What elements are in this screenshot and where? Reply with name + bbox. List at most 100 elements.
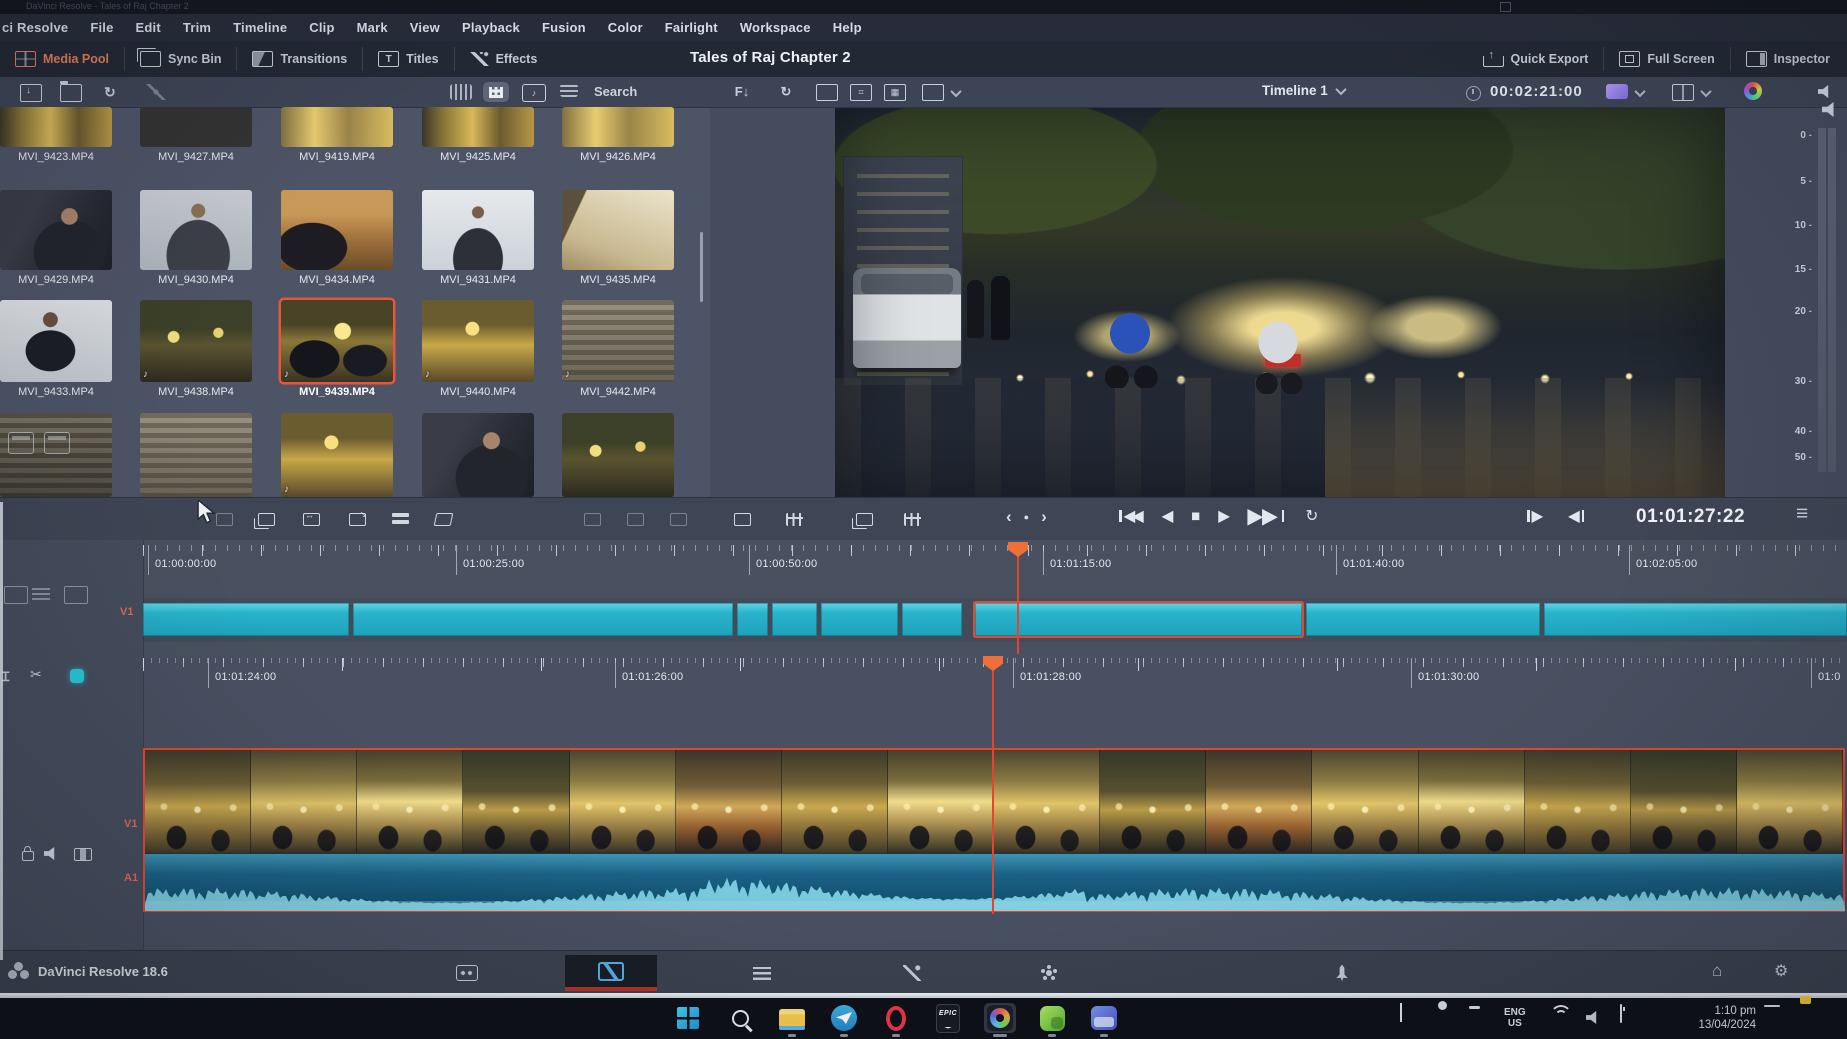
- page-tab-deliver[interactable]: [1325, 959, 1359, 987]
- clip-view-icon[interactable]: [734, 513, 751, 526]
- clip-mvi-9435[interactable]: ♪ MVI_9435.MP4: [562, 190, 674, 286]
- previous-edit-icon[interactable]: ‹: [1006, 507, 1012, 527]
- project-manager-icon[interactable]: ⌂: [1712, 961, 1722, 981]
- track-mute-icon[interactable]: [44, 847, 59, 860]
- playhead-line[interactable]: [992, 656, 994, 914]
- duration-timecode[interactable]: 00:02:21:00: [1490, 83, 1583, 100]
- menu-trim[interactable]: Trim: [172, 20, 222, 35]
- timeline-clip-segment[interactable]: [353, 603, 733, 636]
- timeline-clip-segment[interactable]: [1544, 603, 1847, 636]
- page-tab-media[interactable]: [450, 959, 484, 987]
- list-view-icon[interactable]: [560, 84, 578, 97]
- grid-chevron-icon[interactable]: [1700, 86, 1711, 97]
- timeline-selector[interactable]: Timeline 1: [1262, 83, 1345, 98]
- timeline-clip-segment[interactable]: [821, 603, 898, 636]
- page-tab-fairlight[interactable]: [1176, 959, 1210, 987]
- overwrite-clip-icon[interactable]: [303, 513, 320, 526]
- page-tab-edit[interactable]: [745, 959, 779, 987]
- track-solo-icon[interactable]: [74, 848, 92, 861]
- timeline-clip-segment[interactable]: [975, 603, 1302, 636]
- media-pool-scrollbar[interactable]: [700, 232, 703, 302]
- sort-order-icon[interactable]: F↓: [732, 84, 752, 99]
- playhead-timecode[interactable]: 01:01:27:22: [1636, 506, 1745, 528]
- menu-help[interactable]: Help: [822, 20, 873, 35]
- insert-clip-icon[interactable]: [258, 513, 275, 526]
- timeline-options-icon[interactable]: ≡: [1796, 502, 1808, 526]
- trim-mode-icon[interactable]: [584, 513, 601, 526]
- timeline-ruler[interactable]: 01:00:00:0001:00:25:0001:00:50:0001:01:1…: [143, 545, 1847, 590]
- menu-clip[interactable]: Clip: [298, 20, 345, 35]
- battery-icon[interactable]: [1620, 1005, 1622, 1023]
- goto-last-frame-button[interactable]: ▶▶: [1245, 506, 1288, 526]
- play-to-out-button[interactable]: ▶: [1524, 506, 1543, 526]
- dynamic-zoom-icon[interactable]: [627, 513, 644, 526]
- timeline-clip-segment[interactable]: [737, 603, 768, 636]
- match-frame-button[interactable]: ◀: [1565, 506, 1587, 526]
- language-indicator[interactable]: ENGUS: [1504, 1007, 1526, 1029]
- import-folder-icon[interactable]: [60, 84, 82, 102]
- menu-edit[interactable]: Edit: [125, 20, 172, 35]
- camera-source-icon[interactable]: [1606, 84, 1628, 99]
- file-explorer-icon[interactable]: [776, 1003, 808, 1033]
- trim-tool-icon[interactable]: Ɪ: [2, 667, 24, 683]
- clip-mvi-9425[interactable]: ♪ MVI_9425.MP4: [422, 107, 534, 163]
- smart-bin-icon[interactable]: [146, 84, 166, 100]
- volume-icon[interactable]: [1586, 1002, 1601, 1029]
- media-clip[interactable]: ♪: [562, 413, 674, 497]
- viewer-video[interactable]: [835, 108, 1725, 497]
- relink-icon[interactable]: ↻: [104, 84, 124, 100]
- clip-mvi-9419[interactable]: ♪ MVI_9419.MP4: [281, 107, 393, 163]
- mixer-icon[interactable]: [32, 587, 50, 600]
- play-button[interactable]: ▶: [1215, 506, 1230, 526]
- selected-timeline-clip[interactable]: [143, 748, 1845, 912]
- clip-mvi-9442[interactable]: ♪ MVI_9442.MP4: [562, 300, 674, 398]
- stills-icon[interactable]: [816, 84, 838, 101]
- tray-expand-icon[interactable]: [1400, 1005, 1402, 1023]
- search-label[interactable]: Search: [594, 84, 637, 99]
- metadata-view-icon[interactable]: ♪: [522, 84, 546, 102]
- tools-icon[interactable]: [904, 513, 921, 526]
- playhead-line[interactable]: [1017, 542, 1019, 654]
- transition-icon[interactable]: [670, 513, 687, 526]
- current-position-icon[interactable]: ●: [1024, 512, 1029, 522]
- clip-mvi-9427[interactable]: ♪ MVI_9427.MP4: [140, 107, 252, 163]
- start-button[interactable]: [672, 1003, 704, 1033]
- wallet-app-icon[interactable]: [1088, 1003, 1120, 1033]
- viewer-mode-icon[interactable]: [922, 84, 944, 101]
- audio-mixer-icon[interactable]: [786, 513, 803, 526]
- timeline-view-icon[interactable]: [856, 513, 873, 526]
- inspector-button[interactable]: Inspector: [1730, 47, 1845, 71]
- clip-mvi-9434[interactable]: ♪ MVI_9434.MP4: [281, 190, 393, 286]
- menu-mark[interactable]: Mark: [346, 20, 399, 35]
- stop-button[interactable]: ■: [1188, 506, 1200, 526]
- menu-view[interactable]: View: [399, 20, 451, 35]
- timeline-clip-segment[interactable]: [902, 603, 962, 636]
- media-clip[interactable]: ♪: [140, 413, 252, 497]
- loop-button[interactable]: ↻: [1302, 506, 1318, 526]
- epic-games-icon[interactable]: EPIC: [932, 1003, 964, 1033]
- project-settings-icon[interactable]: ⚙: [1774, 961, 1788, 981]
- timeline-clip-segment[interactable]: [1306, 603, 1540, 636]
- speaker-icon[interactable]: [1822, 102, 1839, 117]
- page-tab-cut[interactable]: [565, 955, 657, 991]
- multicam-grid-icon[interactable]: [1672, 84, 1694, 101]
- play-reverse-button[interactable]: ◀: [1159, 506, 1174, 526]
- page-tab-fusion[interactable]: [895, 959, 929, 987]
- media-clip[interactable]: ♪: [422, 413, 534, 497]
- telegram-icon[interactable]: [828, 1003, 860, 1033]
- menu-fusion[interactable]: Fusion: [531, 20, 597, 35]
- scopes-icon[interactable]: ▦: [884, 84, 906, 101]
- maximize-icon[interactable]: [1500, 2, 1511, 12]
- menu-color[interactable]: Color: [597, 20, 654, 35]
- import-media-icon[interactable]: [20, 84, 42, 102]
- menu-file[interactable]: File: [79, 20, 124, 35]
- clip-mvi-9429[interactable]: ♪ MVI_9429.MP4: [0, 190, 112, 286]
- taskbar-search-icon[interactable]: [724, 1003, 756, 1033]
- menu-workspace[interactable]: Workspace: [729, 20, 822, 35]
- clip-mvi-9430[interactable]: ♪ MVI_9430.MP4: [140, 190, 252, 286]
- menu-timeline[interactable]: Timeline: [222, 20, 298, 35]
- menu-davinci-resolve[interactable]: ci Resolve: [0, 20, 79, 35]
- tools-icon[interactable]: [64, 586, 88, 604]
- media-pool-toggle[interactable]: Media Pool: [0, 47, 124, 71]
- media-clip[interactable]: ♪: [281, 413, 393, 497]
